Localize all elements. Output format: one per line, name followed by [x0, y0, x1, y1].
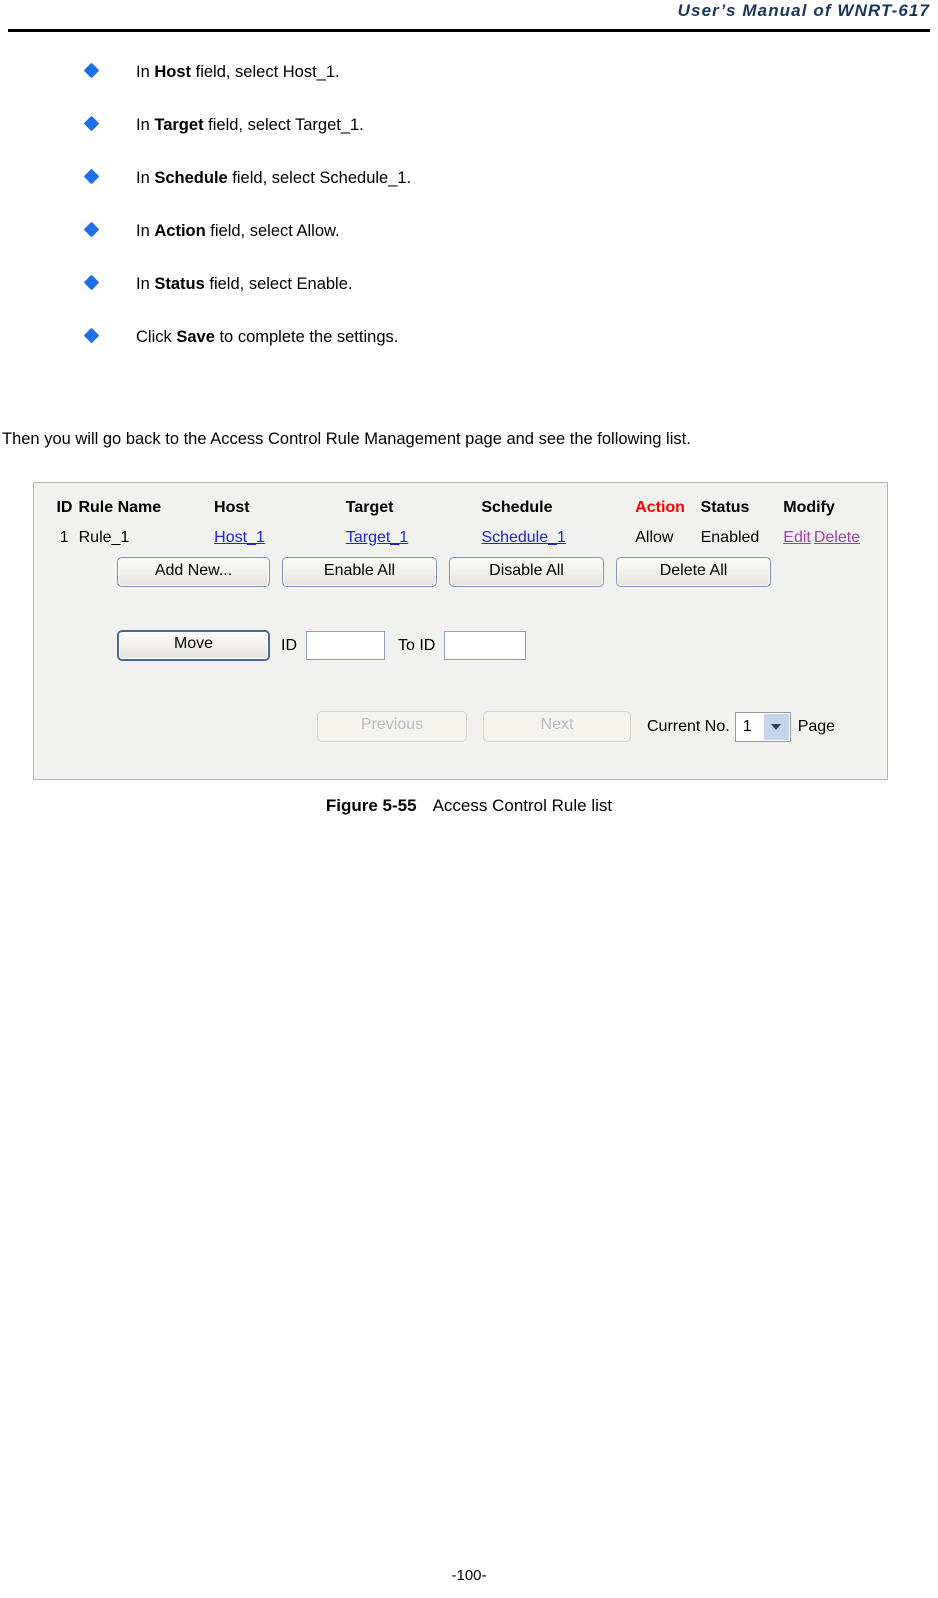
- header-divider: [8, 29, 930, 32]
- bullet-suffix: field, select Target_1.: [203, 116, 364, 134]
- manual-title: User’s Manual of WNRT-617: [677, 1, 930, 20]
- cell-host: Host_1: [214, 529, 346, 547]
- list-item-text: In Host field, select Host_1.: [136, 58, 938, 86]
- bullet-prefix: In: [136, 63, 155, 81]
- bullet-keyword: Save: [176, 328, 215, 346]
- list-item-text: In Status field, select Enable.: [136, 270, 938, 298]
- column-header-schedule: Schedule: [481, 499, 553, 516]
- edit-link[interactable]: Edit: [783, 529, 811, 546]
- diamond-bullet-icon: [83, 327, 100, 344]
- bullet-prefix: In: [136, 169, 155, 187]
- cell-target: Target_1: [346, 529, 482, 547]
- bullet-keyword: Schedule: [154, 169, 228, 187]
- host-link[interactable]: Host_1: [214, 529, 265, 546]
- move-to-id-input[interactable]: [444, 631, 527, 660]
- bullet-keyword: Status: [154, 275, 205, 293]
- table-row: 1 Rule_1 Host_1 Target_1 Schedule_1 Allo…: [34, 523, 889, 553]
- bullet-suffix: field, select Schedule_1.: [227, 169, 412, 187]
- cell-id: 1: [59, 529, 69, 546]
- enable-all-button[interactable]: Enable All: [282, 557, 437, 587]
- target-link[interactable]: Target_1: [346, 529, 408, 546]
- instruction-bullet-list: In Host field, select Host_1. In Target …: [0, 58, 938, 376]
- page-running-header: User’s Manual of WNRT-617: [0, 0, 938, 32]
- diamond-bullet-icon: [83, 62, 100, 79]
- list-item: Click Save to complete the settings.: [0, 323, 938, 376]
- page-suffix-label: Page: [797, 717, 836, 735]
- bullet-keyword: Host: [154, 63, 192, 81]
- bullet-prefix: In: [136, 222, 155, 240]
- diamond-bullet-icon: [83, 221, 100, 238]
- next-page-button[interactable]: Next: [483, 711, 631, 742]
- cell-schedule: Schedule_1: [481, 529, 635, 547]
- bullet-keyword: Action: [154, 222, 206, 240]
- delete-all-button[interactable]: Delete All: [616, 557, 771, 587]
- diamond-bullet-icon: [83, 168, 100, 185]
- schedule-link[interactable]: Schedule_1: [481, 529, 566, 546]
- cell-rule-name: Rule_1: [78, 529, 130, 546]
- column-header-status: Status: [700, 499, 750, 516]
- list-item: In Action field, select Allow.: [0, 217, 938, 270]
- previous-page-button[interactable]: Previous: [317, 711, 467, 742]
- column-header-action: Action: [635, 499, 685, 516]
- column-header-host: Host: [214, 499, 250, 516]
- column-header-target: Target: [345, 499, 394, 516]
- list-item-text: Click Save to complete the settings.: [136, 323, 938, 351]
- page-footer: -100-: [0, 1567, 938, 1584]
- bullet-prefix: In: [136, 116, 155, 134]
- list-item: In Target field, select Target_1.: [0, 111, 938, 164]
- figure-caption: Figure 5-55 Access Control Rule list: [0, 796, 938, 816]
- page-number-value: 1: [742, 717, 752, 735]
- list-item-text: In Target field, select Target_1.: [136, 111, 938, 139]
- cell-action: Allow: [635, 529, 674, 546]
- column-header-rule-name: Rule Name: [78, 499, 162, 516]
- access-control-rule-list-screenshot: ID Rule Name Host Target Schedule Action…: [33, 482, 888, 780]
- move-rule-row: Move ID To ID: [117, 630, 527, 661]
- list-item-text: In Schedule field, select Schedule_1.: [136, 164, 938, 192]
- cell-status: Enabled: [700, 529, 760, 546]
- move-id-label: ID: [281, 636, 297, 654]
- delete-link[interactable]: Delete: [814, 529, 860, 546]
- bullet-prefix: Click: [136, 328, 177, 346]
- body-paragraph: Then you will go back to the Access Cont…: [2, 430, 691, 448]
- move-button[interactable]: Move: [117, 630, 270, 661]
- rule-table: ID Rule Name Host Target Schedule Action…: [34, 493, 889, 553]
- bullet-suffix: field, select Allow.: [205, 222, 340, 240]
- table-header-row: ID Rule Name Host Target Schedule Action…: [34, 493, 889, 523]
- bullet-keyword: Target: [154, 116, 204, 134]
- page-number: -100-: [451, 1567, 487, 1584]
- figure-title: Access Control Rule list: [432, 796, 613, 815]
- current-page-label: Current No.: [647, 717, 730, 735]
- move-to-id-label: To ID: [398, 636, 436, 654]
- column-header-id: ID: [56, 499, 73, 516]
- chevron-down-icon[interactable]: [762, 713, 789, 740]
- page-number-select[interactable]: 1: [734, 711, 791, 742]
- cell-modify: Edit Delete: [783, 529, 889, 547]
- chevron-glyph: [771, 723, 782, 730]
- add-new-button[interactable]: Add New...: [117, 557, 270, 587]
- list-item: In Schedule field, select Schedule_1.: [0, 164, 938, 217]
- bullet-prefix: In: [136, 275, 155, 293]
- rule-action-button-row: Add New... Enable All Disable All Delete…: [117, 557, 783, 587]
- move-id-input[interactable]: [306, 631, 385, 660]
- figure-number: Figure 5-55: [325, 796, 417, 815]
- disable-all-button[interactable]: Disable All: [449, 557, 604, 587]
- pagination-row: Previous Next Current No. 1 Page: [317, 711, 835, 742]
- list-item: In Status field, select Enable.: [0, 270, 938, 323]
- column-header-modify: Modify: [783, 499, 835, 516]
- bullet-suffix: field, select Host_1.: [191, 63, 340, 81]
- bullet-suffix: to complete the settings.: [214, 328, 399, 346]
- bullet-suffix: field, select Enable.: [204, 275, 353, 293]
- diamond-bullet-icon: [83, 274, 100, 291]
- diamond-bullet-icon: [83, 115, 100, 132]
- list-item-text: In Action field, select Allow.: [136, 217, 938, 245]
- list-item: In Host field, select Host_1.: [0, 58, 938, 111]
